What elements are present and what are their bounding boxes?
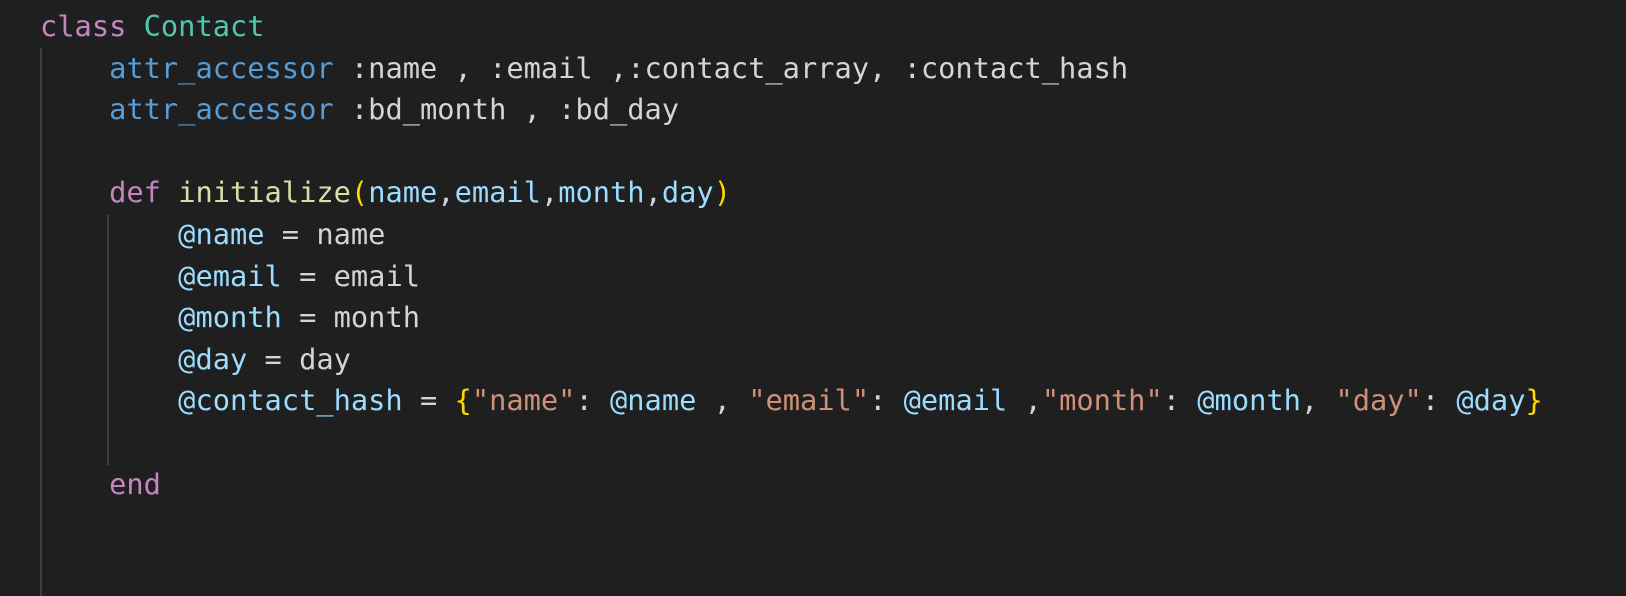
code-token: : xyxy=(575,383,610,418)
code-token: : xyxy=(1162,383,1198,418)
code-token: :name , :email ,:contact_array, :contact… xyxy=(333,50,1129,85)
code-token: :bd_month , :bd_day xyxy=(333,92,680,127)
code-token: class xyxy=(40,9,127,43)
code-token: { xyxy=(454,383,472,418)
code-token: @day xyxy=(178,341,248,376)
code-token: @name xyxy=(610,383,697,418)
code-token: : xyxy=(869,383,904,418)
code-token: "name" xyxy=(471,383,576,418)
code-token: day xyxy=(661,175,714,210)
code-token: = email xyxy=(281,258,420,293)
code-token: def xyxy=(109,175,161,210)
code-token: @contact_hash xyxy=(178,383,403,418)
code-token: , xyxy=(437,175,455,210)
code-token: = month xyxy=(281,300,420,335)
code-token: @month xyxy=(178,300,282,335)
code-editor[interactable]: class Contact attr_accessor :name , :ema… xyxy=(0,0,1626,596)
code-token: initialize xyxy=(178,175,351,210)
code-token: @email xyxy=(178,258,282,293)
code-token: name xyxy=(368,175,438,210)
code-token: , xyxy=(1007,383,1042,418)
code-token: = xyxy=(402,383,455,418)
code-token: "day" xyxy=(1335,383,1422,418)
code-token: , xyxy=(696,383,749,418)
code-token: = name xyxy=(264,217,386,251)
code-line[interactable]: attr_accessor :name , :email ,:contact_a… xyxy=(40,47,1128,90)
code-token: @month xyxy=(1197,383,1301,418)
code-token: @email xyxy=(903,383,1008,418)
code-token: Contact xyxy=(143,9,265,43)
code-line[interactable]: @month = month xyxy=(40,296,420,339)
code-token: : xyxy=(1421,383,1457,418)
code-token: end xyxy=(109,466,161,501)
code-line[interactable]: @day = day xyxy=(40,338,351,381)
code-token: attr_accessor xyxy=(109,92,334,127)
code-line[interactable]: def initialize(name,email,month,day) xyxy=(40,171,731,214)
code-line[interactable]: @email = email xyxy=(40,255,420,298)
code-token: "email" xyxy=(748,383,870,418)
code-token: email xyxy=(454,175,541,210)
code-token: , xyxy=(1300,383,1336,418)
code-line[interactable]: end xyxy=(40,463,161,506)
code-token: month xyxy=(558,175,645,210)
code-line[interactable]: class Contact xyxy=(40,5,265,48)
code-token: , xyxy=(540,175,559,210)
code-token: "month" xyxy=(1041,383,1163,418)
code-token: attr_accessor xyxy=(109,50,334,85)
code-token: @day xyxy=(1456,383,1526,418)
code-token: ) xyxy=(713,175,731,210)
code-token: } xyxy=(1525,383,1543,418)
code-token: = day xyxy=(247,341,351,376)
code-line[interactable]: @contact_hash = {"name": @name , "email"… xyxy=(40,379,1543,422)
code-line[interactable]: @name = name xyxy=(40,213,385,256)
code-line[interactable]: attr_accessor :bd_month , :bd_day xyxy=(40,88,679,131)
code-token: @name xyxy=(178,217,265,251)
code-token: , xyxy=(644,175,662,210)
code-token: ( xyxy=(350,175,369,210)
